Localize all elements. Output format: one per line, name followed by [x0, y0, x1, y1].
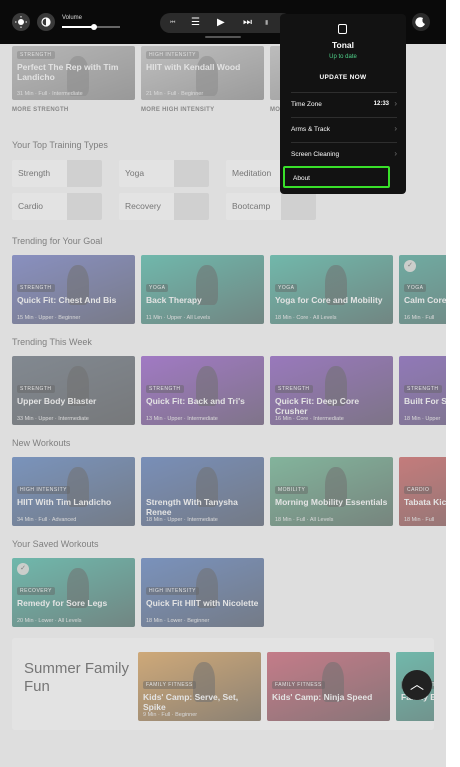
menu-item-label: Arms & Track: [291, 126, 331, 133]
media-controls: ⏮ ☰ ▶ ⏭ ▮: [160, 13, 292, 33]
volume-label: Volume: [62, 15, 83, 21]
contrast-icon[interactable]: [37, 13, 55, 31]
volume-slider[interactable]: [62, 24, 120, 30]
menu-item-screen-cleaning[interactable]: Screen Cleaning ›: [291, 142, 397, 167]
queue-icon[interactable]: ☰: [191, 16, 200, 30]
chevron-right-icon: ›: [394, 124, 397, 133]
menu-item-value: 12:33: [373, 101, 389, 107]
menu-status: Up to date: [329, 54, 357, 60]
scroll-to-top-button[interactable]: ︿: [402, 670, 432, 700]
play-icon[interactable]: ▶: [217, 16, 225, 30]
menu-item-arms-track[interactable]: Arms & Track ›: [291, 117, 397, 142]
update-now-button[interactable]: UPDATE NOW: [280, 74, 406, 81]
right-margin: [446, 0, 460, 767]
chevron-right-icon: ›: [394, 149, 397, 158]
menu-item-label: Time Zone: [291, 101, 322, 108]
skip-next-icon[interactable]: ⏭: [243, 16, 252, 30]
menu-brand: Tonal: [331, 40, 355, 50]
chevron-right-icon: ›: [394, 99, 397, 108]
speed-icon[interactable]: ⏮: [170, 16, 175, 30]
device-icon: [338, 24, 347, 34]
menu-item-time-zone[interactable]: Time Zone 12:33 ›: [291, 92, 397, 117]
weights-icon[interactable]: ▮: [265, 16, 268, 30]
menu-item-label: About: [293, 175, 310, 182]
volume-knob[interactable]: [90, 24, 97, 30]
menu-item-about[interactable]: About: [283, 166, 390, 188]
volume-fill: [62, 26, 94, 28]
profile-moon-icon[interactable]: [412, 13, 430, 31]
app-screen: Volume ⏮ ☰ ▶ ⏭ ▮ STRENGTHPerfect The Rep…: [0, 0, 446, 767]
menu-item-label: Screen Cleaning: [291, 151, 340, 158]
drawer-handle[interactable]: [205, 36, 241, 38]
brightness-icon[interactable]: [12, 13, 30, 31]
